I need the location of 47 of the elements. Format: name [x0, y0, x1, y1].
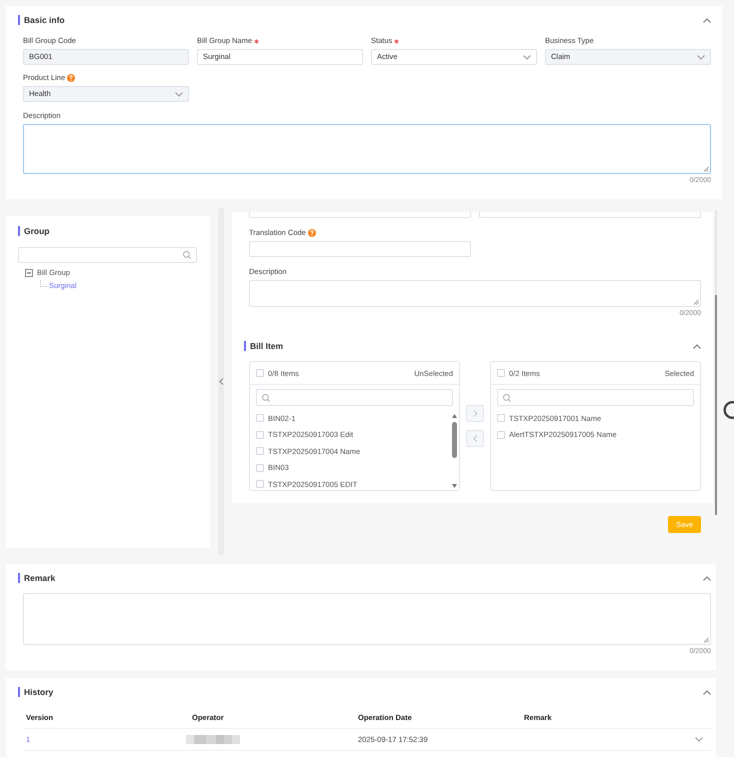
chevron-up-icon[interactable] — [703, 576, 711, 580]
chevron-up-icon[interactable] — [703, 690, 711, 694]
checkbox[interactable] — [497, 414, 505, 422]
search-icon — [183, 251, 191, 259]
section-title: Bill Item — [244, 341, 284, 351]
chevron-right-icon — [472, 410, 478, 417]
section-title: Group — [18, 226, 50, 236]
resize-handle-icon[interactable] — [693, 299, 699, 305]
redacted-block — [186, 735, 240, 744]
chevron-up-icon[interactable] — [693, 344, 701, 348]
search-icon — [262, 394, 270, 402]
checkbox[interactable] — [256, 480, 264, 488]
checkbox[interactable] — [256, 414, 264, 422]
search-field[interactable] — [497, 389, 694, 406]
ring-icon — [723, 401, 734, 419]
checkbox[interactable] — [256, 430, 264, 439]
chevron-down-icon — [697, 54, 705, 60]
tree-line-icon — [40, 280, 48, 287]
caret-up-icon[interactable] — [452, 414, 456, 418]
resize-handle-icon[interactable] — [703, 166, 709, 172]
search-icon — [503, 394, 511, 402]
chevron-down-icon — [175, 92, 183, 96]
chevron-left-icon — [472, 435, 478, 442]
collapse-box-icon[interactable] — [25, 268, 33, 276]
search-field[interactable] — [18, 247, 197, 263]
section-title: History — [18, 687, 54, 697]
text-input[interactable] — [479, 212, 701, 218]
text-input[interactable] — [249, 241, 471, 257]
scrollbar-thumb[interactable] — [452, 422, 456, 458]
checkbox[interactable] — [256, 447, 264, 456]
chevron-left-icon[interactable] — [218, 378, 224, 385]
help-icon[interactable] — [308, 229, 316, 237]
chevron-down-icon — [523, 54, 531, 60]
scrollbar-thumb[interactable] — [715, 295, 717, 515]
chevron-down-icon[interactable] — [695, 737, 703, 742]
section-title: Remark — [18, 573, 56, 583]
section-title: Basic info — [18, 15, 65, 25]
checkbox[interactable] — [497, 369, 505, 377]
resize-handle-icon[interactable] — [703, 637, 709, 643]
checkbox[interactable] — [256, 369, 264, 377]
checkbox[interactable] — [256, 464, 264, 472]
chevron-up-icon[interactable] — [703, 18, 711, 22]
search-field[interactable] — [256, 389, 453, 406]
textarea[interactable] — [23, 124, 711, 174]
caret-down-icon[interactable] — [452, 484, 456, 488]
text-input[interactable] — [249, 212, 471, 218]
checkbox[interactable] — [497, 430, 505, 439]
